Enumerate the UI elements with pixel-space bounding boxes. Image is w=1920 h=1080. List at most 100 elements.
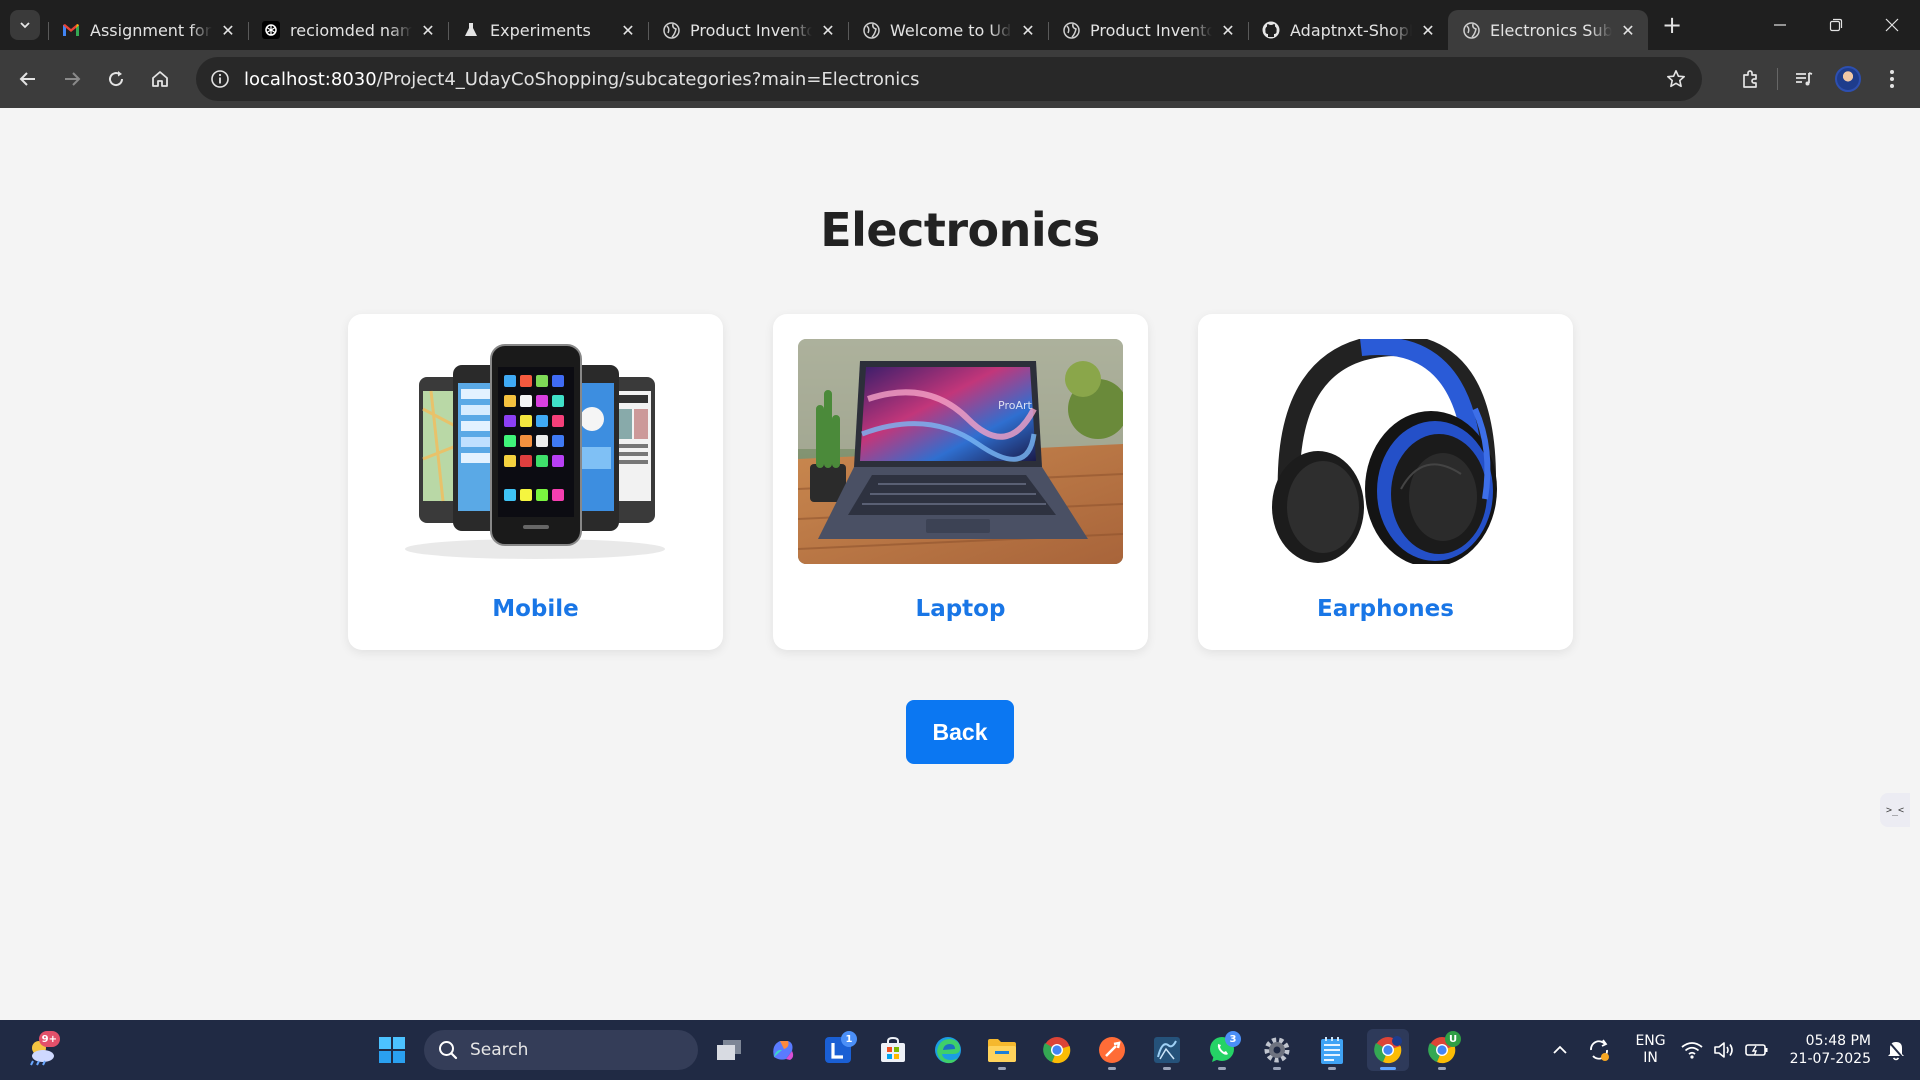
clock-date: 21-07-2025 <box>1789 1051 1871 1067</box>
close-window-button[interactable] <box>1864 0 1920 50</box>
new-tab-button[interactable]: + <box>1656 9 1688 41</box>
volume-button[interactable] <box>1713 1040 1735 1060</box>
close-icon[interactable]: ✕ <box>618 20 638 40</box>
chrome-profile-app[interactable] <box>1367 1029 1409 1071</box>
address-bar[interactable]: localhost:8030/Project4_UdayCoShopping/s… <box>196 57 1702 101</box>
reload-button[interactable] <box>96 59 136 99</box>
url-path: /Project4_UdayCoShopping/subcategories?m… <box>376 68 920 90</box>
notification-badge: 3 <box>1225 1031 1241 1047</box>
minimize-button[interactable] <box>1752 0 1808 50</box>
category-card-mobile[interactable]: Mobile <box>348 314 723 650</box>
copilot-app[interactable] <box>762 1029 804 1071</box>
close-icon[interactable]: ✕ <box>1018 20 1038 40</box>
toolbar-divider <box>1777 68 1778 90</box>
edge-app[interactable] <box>927 1029 969 1071</box>
media-controls-button[interactable] <box>1782 57 1826 101</box>
tab-4[interactable]: Welcome to Uda ✕ <box>848 10 1048 50</box>
copilot-icon <box>773 1041 794 1060</box>
tab-list: Assignment for E ✕ reciomded name ✕ Expe… <box>48 0 1648 50</box>
sync-icon <box>1590 1039 1610 1061</box>
laptop-image[interactable]: ProArt <box>798 339 1123 564</box>
clock[interactable]: 05:48 PM 21-07-2025 <box>1790 1032 1871 1068</box>
bell-icon <box>1888 1041 1904 1061</box>
microsoft-store-app[interactable] <box>872 1029 914 1071</box>
side-panel-widget[interactable]: >_< <box>1880 793 1910 827</box>
running-indicator <box>1163 1067 1171 1070</box>
close-icon[interactable]: ✕ <box>418 20 438 40</box>
headphones-image[interactable] <box>1223 339 1548 564</box>
back-nav-button[interactable] <box>8 59 48 99</box>
file-explorer-app[interactable] <box>981 1029 1023 1071</box>
chrome-app[interactable] <box>1036 1029 1078 1071</box>
battery-button[interactable] <box>1744 1042 1769 1058</box>
globe-icon <box>662 21 680 39</box>
taskbar-search[interactable]: Search <box>424 1030 698 1070</box>
notifications-button[interactable] <box>1886 1039 1906 1061</box>
openai-icon <box>262 21 280 39</box>
input-language[interactable]: ENG IN <box>1635 1033 1665 1067</box>
arrow-right-icon <box>65 72 81 86</box>
back-button[interactable]: Back <box>906 700 1014 764</box>
tab-7-active[interactable]: Electronics Subc ✕ <box>1448 10 1648 50</box>
category-card-earphones[interactable]: Earphones <box>1198 314 1573 650</box>
category-label[interactable]: Laptop <box>773 596 1148 622</box>
start-button[interactable] <box>371 1029 413 1071</box>
close-icon[interactable]: ✕ <box>1618 20 1638 40</box>
restore-button[interactable] <box>1808 0 1864 50</box>
site-info-icon[interactable] <box>208 67 232 91</box>
weather-widget[interactable]: 9+ <box>20 1029 62 1071</box>
profile-button[interactable] <box>1826 57 1870 101</box>
tab-2[interactable]: Experiments ✕ <box>448 10 648 50</box>
category-label[interactable]: Mobile <box>348 596 723 622</box>
tab-3[interactable]: Product Inventor ✕ <box>648 10 848 50</box>
globe-icon <box>1062 21 1080 39</box>
url-text[interactable]: localhost:8030/Project4_UdayCoShopping/s… <box>244 69 920 90</box>
reload-icon <box>109 71 124 87</box>
close-icon[interactable]: ✕ <box>1418 20 1438 40</box>
tab-title: reciomded name <box>290 20 412 40</box>
edge-icon <box>935 1037 961 1064</box>
notepad-app[interactable] <box>1311 1029 1353 1071</box>
tab-title: Adaptnxt-ShopE <box>1290 20 1412 40</box>
windows-logo-icon <box>379 1037 405 1063</box>
category-label[interactable]: Earphones <box>1198 596 1573 622</box>
mysql-workbench-app[interactable] <box>1146 1029 1188 1071</box>
forward-nav-button[interactable] <box>52 59 92 99</box>
whatsapp-app[interactable]: 3 <box>1201 1029 1243 1071</box>
bookmark-star-icon[interactable] <box>1664 67 1688 91</box>
browser-tab-strip: Assignment for E ✕ reciomded name ✕ Expe… <box>0 0 1920 50</box>
tab-5[interactable]: Product Inventor ✕ <box>1048 10 1248 50</box>
settings-app[interactable] <box>1256 1029 1298 1071</box>
home-button[interactable] <box>140 59 180 99</box>
network-button[interactable] <box>1681 1041 1703 1059</box>
show-hidden-icons-button[interactable] <box>1552 1045 1568 1055</box>
category-card-laptop[interactable]: ProArt Laptop <box>773 314 1148 650</box>
tab-search-button[interactable] <box>10 10 40 40</box>
gmail-icon <box>62 21 80 39</box>
tab-6[interactable]: Adaptnxt-ShopE ✕ <box>1248 10 1448 50</box>
extensions-button[interactable] <box>1729 57 1773 101</box>
running-indicator <box>1380 1067 1396 1070</box>
window-controls <box>1752 0 1920 50</box>
subcategory-cards: Mobile ProArt Laptop Earphones <box>348 314 1573 650</box>
chrome-second-profile-app[interactable]: U <box>1421 1029 1463 1071</box>
tab-title: Welcome to Uda <box>890 20 1012 40</box>
tab-1[interactable]: reciomded name ✕ <box>248 10 448 50</box>
running-indicator <box>998 1067 1006 1070</box>
gear-icon <box>1264 1037 1290 1063</box>
tab-0[interactable]: Assignment for E ✕ <box>48 10 248 50</box>
toolbar-right <box>1729 50 1920 108</box>
region-code: IN <box>1643 1050 1658 1066</box>
smartphones-image[interactable] <box>373 339 698 564</box>
close-icon[interactable]: ✕ <box>218 20 238 40</box>
task-view-button[interactable] <box>708 1029 750 1071</box>
linkedin-app[interactable]: 1 <box>817 1029 859 1071</box>
postman-app[interactable] <box>1091 1029 1133 1071</box>
postman-icon <box>1099 1037 1125 1063</box>
close-icon[interactable]: ✕ <box>1218 20 1238 40</box>
chevron-down-icon <box>20 22 30 29</box>
chrome-menu-button[interactable] <box>1870 57 1914 101</box>
sync-status-button[interactable] <box>1587 1038 1611 1062</box>
browser-toolbar: localhost:8030/Project4_UdayCoShopping/s… <box>0 50 1920 108</box>
close-icon[interactable]: ✕ <box>818 20 838 40</box>
